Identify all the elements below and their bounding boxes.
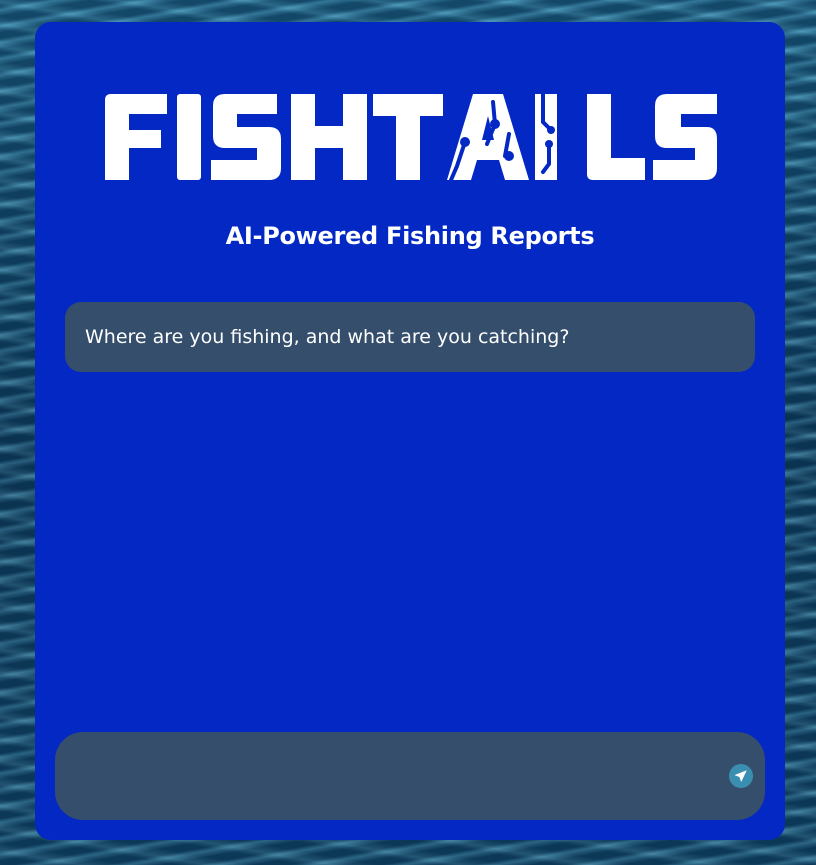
assistant-message: Where are you fishing, and what are you …: [65, 302, 755, 372]
send-icon: [734, 770, 747, 782]
tagline: AI-Powered Fishing Reports: [225, 222, 595, 250]
message-text: Where are you fishing, and what are you …: [85, 326, 570, 348]
fishtails-logo: [105, 94, 717, 182]
send-button[interactable]: [729, 764, 753, 788]
chat-panel: AI-Powered Fishing Reports Where are you…: [35, 22, 785, 840]
composer: [55, 732, 765, 820]
message-input[interactable]: [77, 754, 691, 800]
